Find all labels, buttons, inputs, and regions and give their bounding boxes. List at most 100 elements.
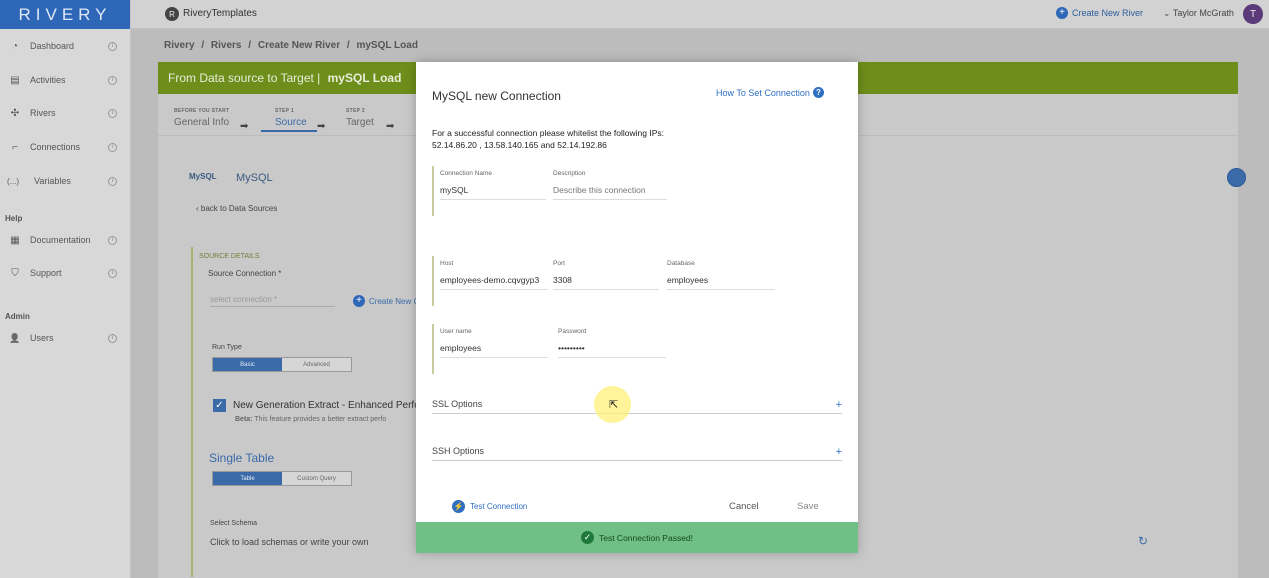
breadcrumb-separator: / (248, 40, 252, 51)
avatar[interactable]: T (1243, 4, 1263, 24)
info-icon[interactable]: i (108, 108, 117, 118)
host-field[interactable]: Host employees-demo.cqvgyp3 (440, 260, 548, 290)
beta-note: Beta: This feature provides a better ext… (235, 416, 386, 423)
port-value[interactable]: 3308 (553, 275, 659, 290)
rivery-logo[interactable]: RIVERY (0, 0, 130, 29)
step-target[interactable]: STEP 2 Target (346, 108, 374, 128)
info-icon[interactable]: i (108, 333, 117, 343)
sidebar-item-label: Users (30, 333, 54, 343)
sidebar-item-users[interactable]: 👤 Users i (0, 327, 131, 349)
breadcrumb-separator: / (201, 40, 205, 51)
new-generation-checkbox[interactable]: ✓ (213, 399, 226, 412)
breadcrumb-rivery[interactable]: Rivery (164, 40, 195, 51)
whitelist-ips: 52.14.86.20 , 13.58.140.165 and 52.14.19… (432, 140, 607, 150)
database-field[interactable]: Database employees (667, 260, 775, 290)
mouse-cursor-icon: ⇱ (609, 399, 619, 411)
sidebar-item-documentation[interactable]: ▦ Documentation i (0, 229, 131, 251)
info-icon[interactable]: i (108, 268, 117, 278)
description-field[interactable]: Description Describe this connection (553, 170, 667, 200)
cancel-button[interactable]: Cancel (729, 501, 759, 512)
new-connection-modal: MySQL new Connection How To Set Connecti… (416, 62, 858, 553)
select-connection-placeholder: select connection * (210, 295, 278, 304)
single-table-title: Single Table (209, 451, 275, 465)
field-label: Connection Name (440, 170, 493, 177)
description-input[interactable]: Describe this connection (553, 185, 667, 200)
beta-bold: Beta: (235, 416, 253, 423)
test-connection-button[interactable]: ⚡ Test Connection (452, 500, 527, 513)
info-icon[interactable]: i (108, 75, 117, 85)
port-field[interactable]: Port 3308 (553, 260, 659, 290)
support-icon: ⛉ (11, 267, 19, 279)
expand-plus-icon[interactable]: + (836, 446, 842, 458)
username-field[interactable]: User name employees (440, 328, 548, 358)
sidebar-item-connections[interactable]: ⌐ Connections i (0, 136, 131, 158)
step-source[interactable]: STEP 1 Source (261, 108, 317, 132)
run-type-advanced[interactable]: Advanced (282, 358, 351, 371)
whitelist-note: For a successful connection please white… (432, 127, 664, 151)
rivers-icon: ✣ (10, 107, 20, 119)
sidebar-item-support[interactable]: ⛉ Support i (0, 262, 131, 284)
create-new-connection-button[interactable]: + Create New C (353, 295, 419, 307)
refresh-icon[interactable]: ↻ (1138, 534, 1148, 548)
save-button[interactable]: Save (797, 501, 819, 512)
users-icon: 👤 (9, 332, 21, 343)
sidebar-item-variables[interactable]: (...) Variables i (0, 170, 131, 192)
host-value[interactable]: employees-demo.cqvgyp3 (440, 275, 548, 290)
run-type-basic[interactable]: Basic (213, 358, 282, 371)
password-field[interactable]: Password ••••••••• (558, 328, 666, 358)
whitelist-line-1: For a successful connection please white… (432, 128, 664, 138)
breadcrumb-rivers[interactable]: Rivers (211, 40, 242, 51)
connections-icon: ⌐ (12, 141, 18, 153)
database-value[interactable]: employees (667, 275, 775, 290)
river-header-title: From Data source to Target | mySQL Load (168, 71, 401, 85)
expand-plus-icon[interactable]: + (836, 399, 842, 411)
toast-text: Test Connection Passed! (598, 532, 694, 543)
breadcrumb-create-new-river[interactable]: Create New River (258, 40, 340, 51)
username-value[interactable]: employees (440, 343, 548, 358)
user-menu[interactable]: ⌄ Taylor McGrath (1163, 8, 1234, 19)
field-label: Host (440, 260, 454, 267)
select-schema-label: Select Schema (210, 520, 258, 527)
step-general-info[interactable]: BEFORE YOU START General Info (174, 108, 229, 128)
success-toast: ✓ Test Connection Passed! (416, 522, 858, 553)
header-prefix: From Data source to Target | (168, 71, 321, 85)
info-icon[interactable]: i (108, 142, 117, 152)
plus-icon: + (353, 295, 365, 307)
create-new-connection-label: Create New C (369, 296, 420, 306)
back-to-data-sources-link[interactable]: ‹ back to Data Sources (196, 204, 277, 213)
how-to-set-connection-link[interactable]: How To Set Connection ? (716, 87, 824, 98)
workspace-icon[interactable]: R (165, 7, 179, 21)
connection-name-field[interactable]: Connection Name mySQL (440, 170, 546, 200)
dashboard-icon: ◔ (11, 40, 19, 52)
sidebar-item-label: Connections (30, 142, 81, 152)
ssh-options-section[interactable]: SSH Options + (432, 446, 842, 461)
info-icon[interactable]: i (108, 235, 117, 245)
select-connection-dropdown[interactable]: select connection * (210, 295, 335, 307)
ssl-options-section[interactable]: SSL Options + (432, 399, 842, 414)
connection-name-value[interactable]: mySQL (440, 185, 546, 200)
breadcrumb-current: mySQL Load (356, 40, 418, 51)
password-value[interactable]: ••••••••• (558, 343, 666, 358)
source-details-heading: SOURCE DETAILS (199, 253, 260, 260)
step-label: Target (346, 117, 374, 128)
arrow-right-icon: ➡ (317, 121, 326, 132)
field-label: Database (667, 260, 695, 267)
table-mode-table[interactable]: Table (213, 472, 282, 485)
sidebar-item-label: Documentation (30, 235, 91, 245)
sidebar-item-dashboard[interactable]: ◔ Dashboard i (0, 35, 131, 57)
info-icon[interactable]: i (108, 41, 117, 51)
sidebar-item-rivers[interactable]: ✣ Rivers i (0, 102, 131, 124)
sidebar-item-activities[interactable]: ▤ Activities i (0, 69, 131, 91)
table-mode-custom-query[interactable]: Custom Query (282, 472, 351, 485)
chat-icon[interactable] (1227, 168, 1246, 187)
table-mode-toggle: Table Custom Query (212, 471, 352, 486)
field-label: Port (553, 260, 565, 267)
create-new-river-button[interactable]: + Create New River (1056, 7, 1143, 19)
source-connection-label: Source Connection * (208, 269, 282, 278)
workspace-name[interactable]: RiveryTemplates (183, 8, 257, 19)
step-small-label: STEP 2 (346, 108, 365, 114)
info-icon[interactable]: i (108, 176, 117, 186)
run-type-toggle: Basic Advanced (212, 357, 352, 372)
step-label: General Info (174, 117, 230, 128)
user-name: Taylor McGrath (1172, 8, 1234, 18)
